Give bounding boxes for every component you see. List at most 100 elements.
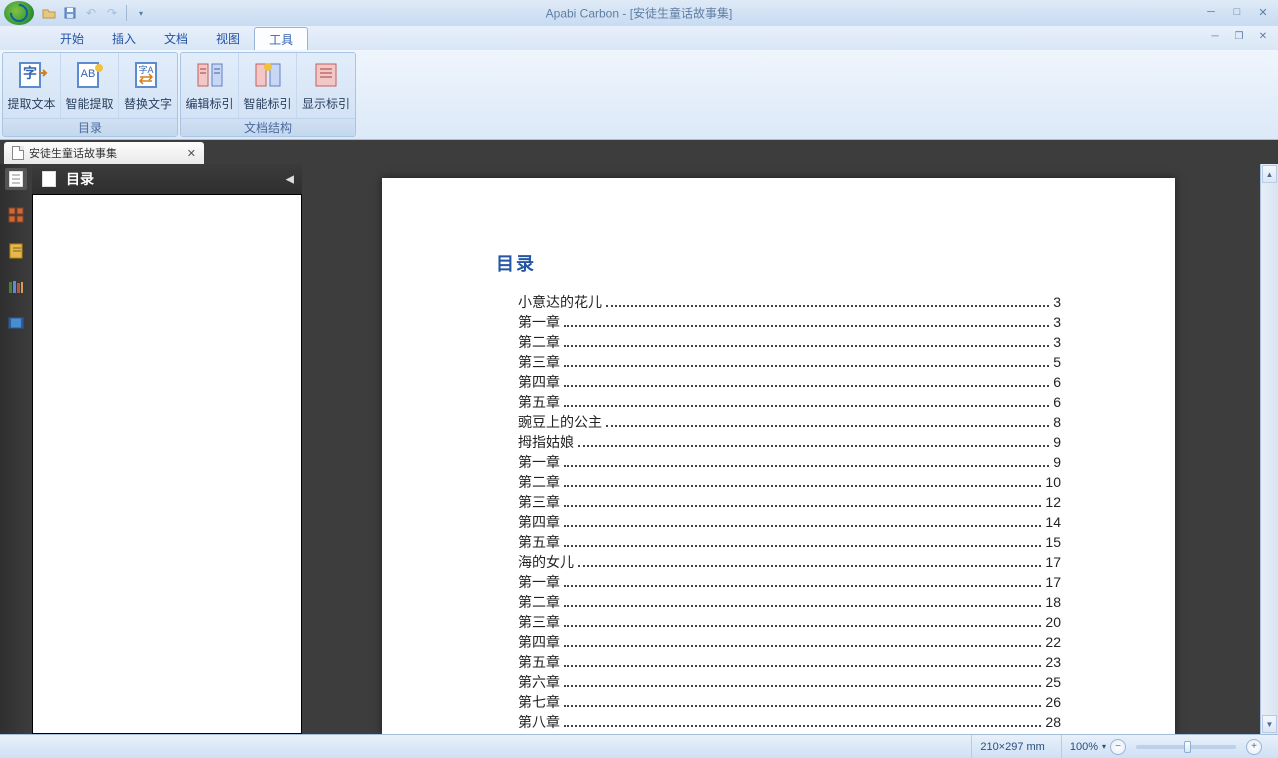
mdi-close-button[interactable]: ✕	[1254, 30, 1272, 42]
zoom-slider[interactable]	[1136, 745, 1236, 749]
side-library-icon[interactable]	[5, 276, 27, 298]
toc-entry[interactable]: 拇指姑娘9	[496, 432, 1061, 452]
side-toc-icon[interactable]	[5, 168, 27, 190]
toc-leader-dots	[564, 645, 1041, 647]
zoom-slider-thumb[interactable]	[1184, 741, 1191, 753]
toc-entry[interactable]: 小意达的花儿3	[496, 292, 1061, 312]
toc-entry[interactable]: 第四章14	[496, 512, 1061, 532]
toc-entry-page: 17	[1045, 574, 1061, 590]
side-media-icon[interactable]	[5, 312, 27, 334]
workspace: 目录 ▶ 目录 小意达的花儿3第一章3第二章3第三章5第四章6第五章6豌豆上的公…	[0, 164, 1278, 734]
scroll-down-button[interactable]: ▼	[1262, 715, 1277, 733]
minimize-button[interactable]: ─	[1202, 6, 1220, 18]
toc-entry-page: 22	[1045, 634, 1061, 650]
toc-entry[interactable]: 第二章18	[496, 592, 1061, 612]
toc-leader-dots	[564, 385, 1049, 387]
toc-entry-label: 海的女儿	[518, 552, 574, 572]
toc-leader-dots	[578, 565, 1041, 567]
toc-entry[interactable]: 豌豆上的公主8	[496, 412, 1061, 432]
zoom-out-button[interactable]: −	[1110, 739, 1126, 755]
menu-item[interactable]: 工具	[254, 27, 308, 50]
ribbon: 字提取文本AB智能提取字A替换文字目录编辑标引智能标引显示标引文档结构	[0, 50, 1278, 140]
qat-separator	[126, 5, 127, 21]
ribbon-button-smart-extract[interactable]: AB智能提取	[61, 53, 119, 118]
toc-entry[interactable]: 第三章12	[496, 492, 1061, 512]
scroll-track[interactable]	[1261, 184, 1278, 714]
qat-customize-icon[interactable]: ▾	[132, 4, 150, 22]
ribbon-button-replace-text[interactable]: 字A替换文字	[119, 53, 177, 118]
ribbon-button-edit-index[interactable]: 编辑标引	[181, 53, 239, 118]
toc-entry[interactable]: 第五章6	[496, 392, 1061, 412]
menu-item[interactable]: 插入	[98, 26, 150, 50]
document-tab-label: 安徒生童话故事集	[29, 145, 117, 161]
toc-entry-page: 6	[1053, 374, 1061, 390]
toc-entry-label: 第四章	[518, 632, 560, 652]
maximize-button[interactable]: □	[1228, 6, 1246, 18]
scroll-up-button[interactable]: ▲	[1262, 165, 1277, 183]
side-bookmarks-icon[interactable]	[5, 240, 27, 262]
page-viewport[interactable]: 目录 小意达的花儿3第一章3第二章3第三章5第四章6第五章6豌豆上的公主8拇指姑…	[302, 164, 1278, 734]
toc-entry[interactable]: 第一章 9	[496, 452, 1061, 472]
zoom-in-button[interactable]: +	[1246, 739, 1262, 755]
ribbon-group-title: 目录	[3, 118, 177, 136]
toc-entry[interactable]: 第一章3	[496, 312, 1061, 332]
qat-undo-icon[interactable]: ↶	[82, 4, 100, 22]
toc-entry-page: 12	[1045, 494, 1061, 510]
qat-open-icon[interactable]	[40, 4, 58, 22]
toc-entry[interactable]: 第五章15	[496, 532, 1061, 552]
svg-text:字A: 字A	[138, 64, 153, 75]
ribbon-button-smart-index[interactable]: 智能标引	[239, 53, 297, 118]
toc-entry-page: 15	[1045, 534, 1061, 550]
app-logo[interactable]	[4, 1, 34, 25]
toc-entry[interactable]: 第三章20	[496, 612, 1061, 632]
document-tab[interactable]: 安徒生童话故事集 ✕	[4, 142, 204, 164]
toc-leader-dots	[564, 625, 1041, 627]
toc-entry-page: 8	[1053, 414, 1061, 430]
toc-entry[interactable]: 第二章3	[496, 332, 1061, 352]
page-size-value: 210×297 mm	[980, 741, 1045, 753]
menu-item[interactable]: 开始	[46, 26, 98, 50]
toc-leader-dots	[578, 445, 1049, 447]
side-thumbnails-icon[interactable]	[5, 204, 27, 226]
toc-entry[interactable]: 海的女儿17	[496, 552, 1061, 572]
toc-panel: 目录 ▶	[32, 164, 302, 734]
mdi-minimize-button[interactable]: ─	[1206, 30, 1224, 42]
zoom-dropdown-icon[interactable]: ▾	[1102, 742, 1106, 751]
qat-save-icon[interactable]	[61, 4, 79, 22]
toc-entry-label: 第二章	[518, 472, 560, 492]
toc-entry[interactable]: 皇帝的新装	[496, 732, 1061, 734]
toc-panel-body[interactable]	[32, 194, 302, 734]
toc-entry[interactable]: 第八章28	[496, 712, 1061, 732]
zoom-value: 100%	[1070, 741, 1098, 753]
mdi-restore-button[interactable]: ❐	[1230, 30, 1248, 42]
vertical-scrollbar[interactable]: ▲ ▼	[1260, 164, 1278, 734]
menu-item[interactable]: 文档	[150, 26, 202, 50]
toc-entry-label: 第三章	[518, 352, 560, 372]
toc-entry[interactable]: 第二章10	[496, 472, 1061, 492]
close-tab-button[interactable]: ✕	[187, 147, 196, 160]
toc-entry[interactable]: 第六章25	[496, 672, 1061, 692]
toc-entry[interactable]: 第四章6	[496, 372, 1061, 392]
ribbon-button-show-index[interactable]: 显示标引	[297, 53, 355, 118]
toc-entry-label: 第二章	[518, 592, 560, 612]
toc-leader-dots	[564, 525, 1041, 527]
toc-entry[interactable]: 第一章17	[496, 572, 1061, 592]
toc-leader-dots	[564, 685, 1041, 687]
toc-entry-label: 拇指姑娘	[518, 432, 574, 452]
toc-entry-label: 第一章	[518, 452, 560, 472]
toc-entry[interactable]: 第七章26	[496, 692, 1061, 712]
toc-entry[interactable]: 第四章 22	[496, 632, 1061, 652]
document-icon	[42, 171, 56, 187]
menu-item[interactable]: 视图	[202, 26, 254, 50]
qat-redo-icon[interactable]: ↷	[103, 4, 121, 22]
toc-leader-dots	[564, 465, 1049, 467]
close-button[interactable]: ✕	[1254, 6, 1272, 18]
toc-entry[interactable]: 第三章5	[496, 352, 1061, 372]
toc-leader-dots	[564, 505, 1041, 507]
toc-entry-page: 14	[1045, 514, 1061, 530]
toc-entry-page: 9	[1053, 454, 1061, 470]
toc-entry[interactable]: 第五章23	[496, 652, 1061, 672]
ribbon-button-extract-text[interactable]: 字提取文本	[3, 53, 61, 118]
extract-text-icon: 字	[16, 59, 48, 91]
collapse-panel-button[interactable]: ▶	[286, 174, 294, 185]
